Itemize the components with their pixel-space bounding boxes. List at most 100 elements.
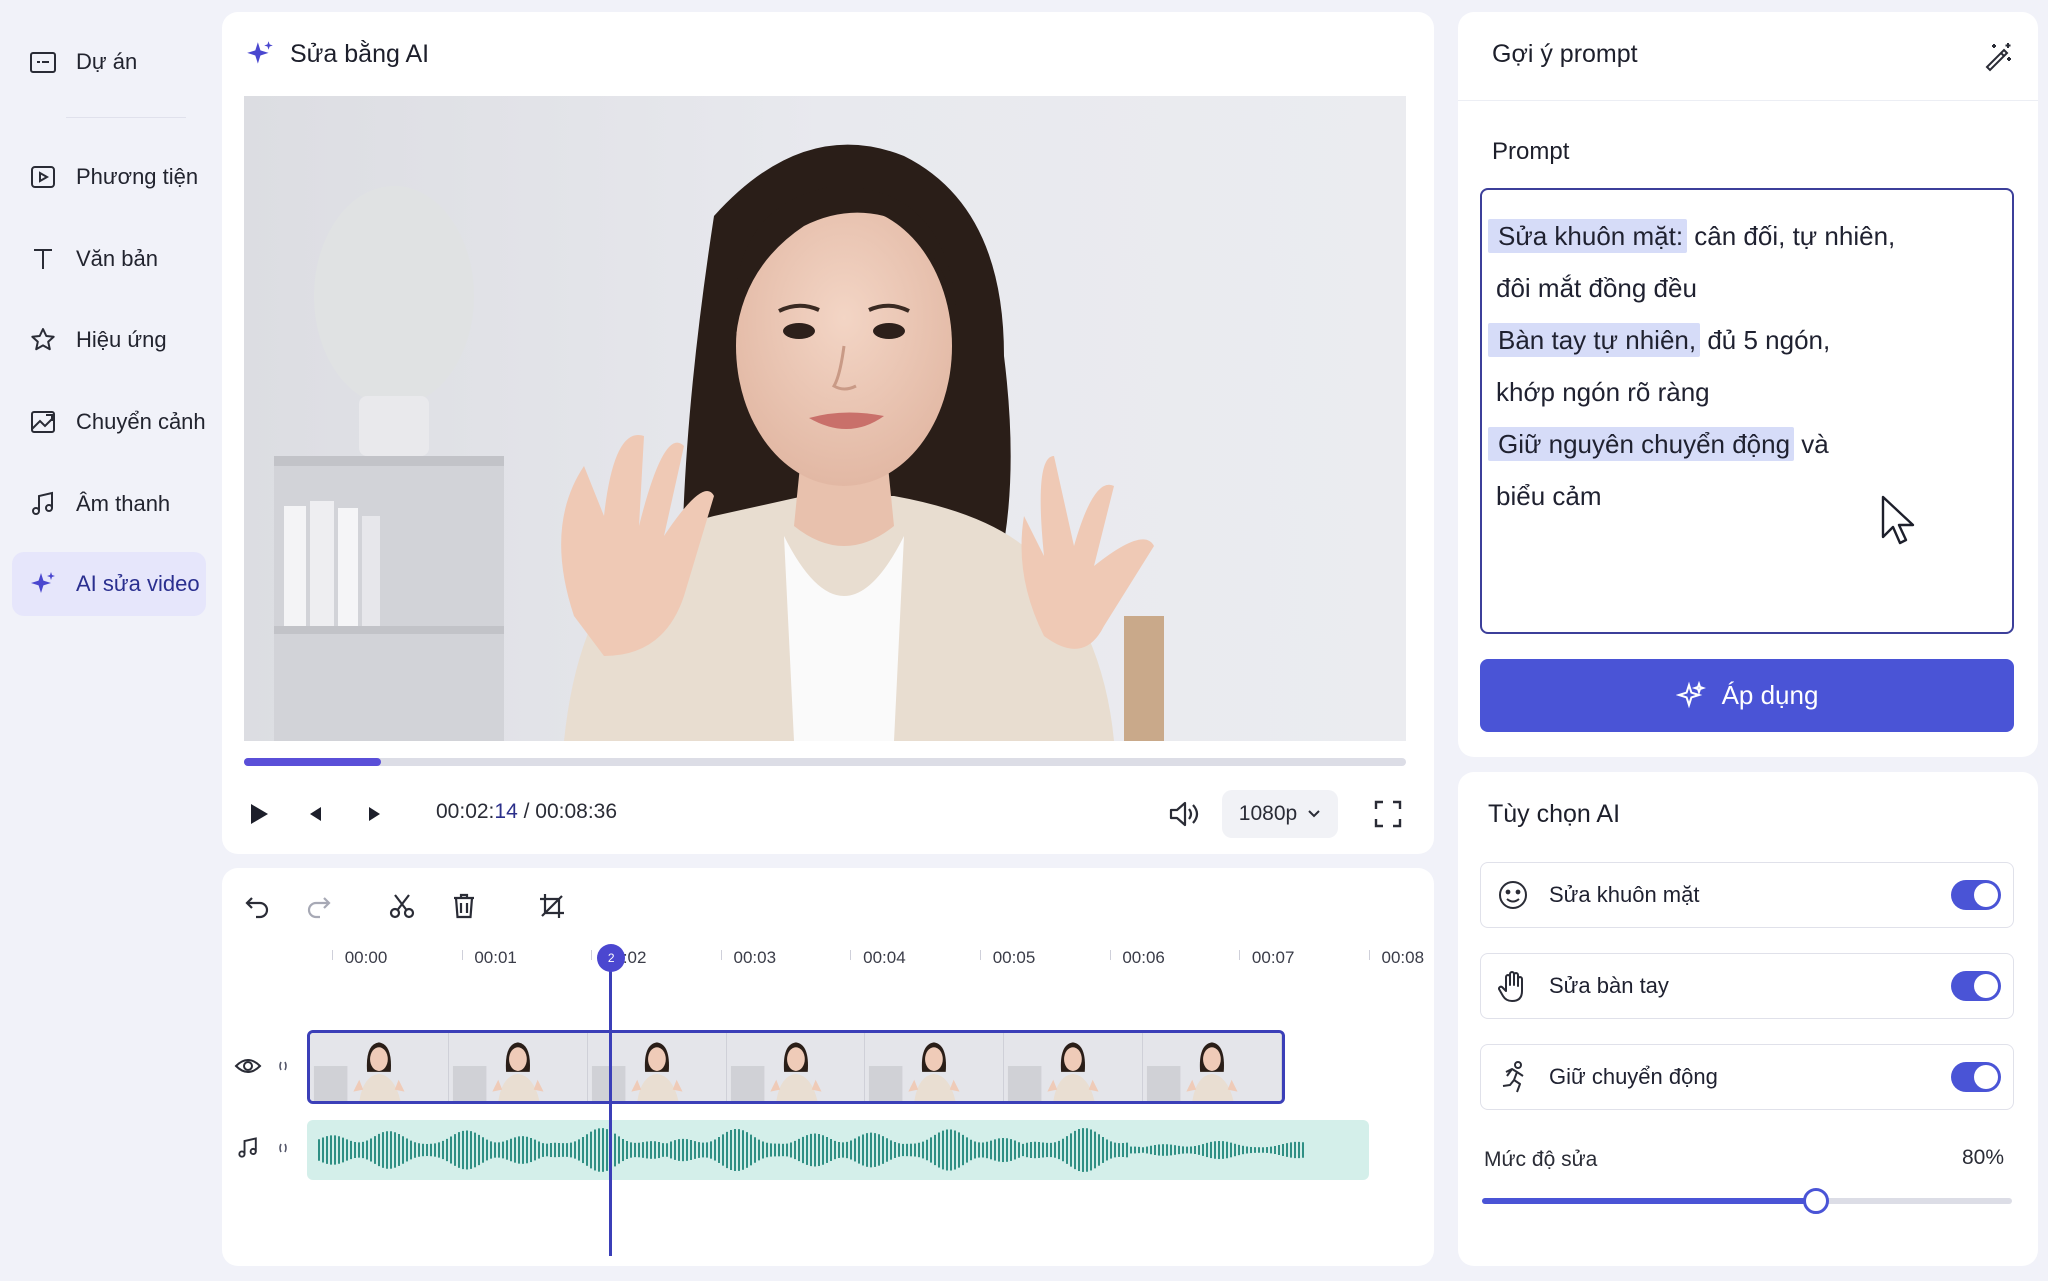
timeline-tick [1109, 950, 1111, 960]
scissors-icon [389, 894, 415, 919]
toggle-knob [1974, 1065, 1998, 1089]
option-toggle[interactable] [1951, 1062, 2001, 1092]
fullscreen-button[interactable] [1368, 796, 1408, 832]
audio-clip[interactable] [307, 1120, 1369, 1180]
toggle-knob [1974, 974, 1998, 998]
timeline-tick-label: 00:03 [733, 948, 777, 967]
sparkle-icon [247, 41, 273, 64]
timeline-tick [1239, 950, 1241, 960]
volume-button[interactable] [1164, 796, 1204, 832]
playback-time: 00:02:14 / 00:08:36 [436, 800, 617, 824]
current-time: 00:02: [436, 800, 495, 823]
video-frame-image [244, 96, 1406, 741]
cursor-icon [1881, 495, 1915, 545]
music-icon [32, 491, 53, 515]
undo-button[interactable] [240, 888, 276, 924]
option-toggle[interactable] [1951, 880, 2001, 910]
timeline-tick-label: 00:06 [1122, 948, 1165, 967]
toggle-knob [1974, 883, 1998, 907]
timeline-tick [980, 950, 981, 960]
prompt-line: khớp ngón rõ ràng [1496, 366, 1998, 418]
option-keep-motion[interactable]: Giữ chuyển động [1480, 1044, 2014, 1110]
redo-button[interactable] [300, 888, 336, 924]
timeline-tick [1368, 950, 1370, 960]
play-button[interactable] [240, 796, 276, 832]
option-fix-face[interactable]: Sửa khuôn mặt [1480, 862, 2014, 928]
prompt-text: và [1794, 429, 1829, 459]
fullscreen-icon [1374, 800, 1402, 828]
current-time-frames: 14 [494, 800, 518, 823]
transition-icon [31, 411, 55, 433]
music-icon [238, 1137, 257, 1158]
next-frame-button[interactable] [358, 798, 390, 830]
timeline-tick-label: 00:07 [1251, 948, 1295, 967]
delete-button[interactable] [446, 888, 482, 924]
clip-thumbnail [726, 1033, 866, 1101]
eye-icon [234, 1059, 262, 1073]
audio-track-link[interactable] [274, 1138, 292, 1158]
crop-button[interactable] [534, 888, 570, 924]
sidebar-item-label: Dự án [76, 49, 138, 74]
sidebar: Dự án Phương tiện Văn bản Hiệu ứng Chuyể… [0, 0, 218, 1281]
playhead-handle[interactable]: 2 [597, 944, 626, 972]
previous-frame-button[interactable] [300, 798, 332, 830]
video-track-link[interactable] [274, 1056, 292, 1076]
strength-label: Mức độ sửa [1484, 1148, 1598, 1171]
redo-icon [307, 897, 331, 919]
apply-button[interactable]: Áp dụng [1480, 659, 2014, 732]
face-icon [1499, 881, 1527, 909]
option-label: Sửa bàn tay [1549, 973, 1669, 998]
timeline-tick [850, 950, 852, 960]
sparkle-icon [31, 572, 55, 593]
playback-progress-track[interactable] [244, 758, 1406, 766]
timeline-tick [591, 950, 593, 960]
timeline-tick-label: 00:04 [863, 948, 906, 967]
sidebar-item-label: Phương tiện [76, 164, 199, 189]
cut-button[interactable] [384, 888, 420, 924]
running-icon [1502, 1061, 1524, 1093]
sidebar-item-effects[interactable]: Hiệu ứng [12, 308, 206, 372]
track-visibility-toggle[interactable] [232, 1052, 264, 1080]
prompt-textarea[interactable]: Sửa khuôn mặt: cân đối, tự nhiên, đôi mắt… [1480, 188, 2014, 634]
link-icon [279, 1143, 287, 1153]
text-icon [34, 249, 52, 269]
prompt-label: Prompt [1492, 138, 1570, 165]
option-toggle[interactable] [1951, 971, 2001, 1001]
sidebar-item-label: Chuyển cảnh [76, 409, 206, 434]
prompt-line: biểu cảm [1496, 470, 1998, 522]
sidebar-item-transitions[interactable]: Chuyển cảnh [12, 390, 206, 454]
audio-track-toggle[interactable] [232, 1132, 264, 1164]
video-preview[interactable] [244, 96, 1406, 741]
strength-value: 80% [1962, 1146, 2005, 1169]
video-clip[interactable] [307, 1030, 1285, 1104]
editor-header: Sửa bằng AI [244, 38, 429, 70]
sidebar-item-media[interactable]: Phương tiện [12, 145, 206, 209]
playhead[interactable] [609, 950, 613, 1256]
magic-wand-button[interactable] [1978, 36, 2018, 76]
timeline-tick [332, 950, 333, 960]
strength-slider-thumb[interactable] [1802, 1188, 1829, 1214]
clip-thumbnail [310, 1033, 449, 1101]
crop-icon [540, 894, 564, 918]
prompt-text: cân đối, tự nhiên, [1687, 221, 1896, 251]
link-icon [279, 1061, 287, 1071]
audio-waveform [318, 1128, 1304, 1172]
sidebar-item-projects[interactable]: Dự án [12, 30, 206, 94]
prompt-line: đôi mắt đồng đều [1496, 262, 1998, 314]
sidebar-item-ai-edit[interactable]: AI sửa video [12, 552, 206, 616]
prompt-text: khớp ngón rõ ràng [1496, 377, 1710, 407]
option-fix-hands[interactable]: Sửa bàn tay [1480, 953, 2014, 1019]
quality-select[interactable]: 1080p [1222, 790, 1338, 838]
prompt-line: Giữ nguyên chuyển động và [1488, 418, 1998, 470]
sidebar-item-audio[interactable]: Âm thanh [12, 472, 206, 536]
ai-options-title: Tùy chọn AI [1488, 800, 1621, 828]
time-separator: / [517, 800, 536, 823]
caret-right-icon [369, 807, 380, 821]
timeline-tick-label: 00:05 [992, 948, 1036, 967]
folder-icon [30, 52, 56, 73]
total-time: 00:08:36 [535, 800, 618, 823]
star-icon [31, 328, 55, 351]
sidebar-item-text[interactable]: Văn bản [12, 227, 206, 291]
sidebar-item-label: Âm thanh [76, 491, 171, 516]
sparkle-icon [1675, 680, 1706, 708]
